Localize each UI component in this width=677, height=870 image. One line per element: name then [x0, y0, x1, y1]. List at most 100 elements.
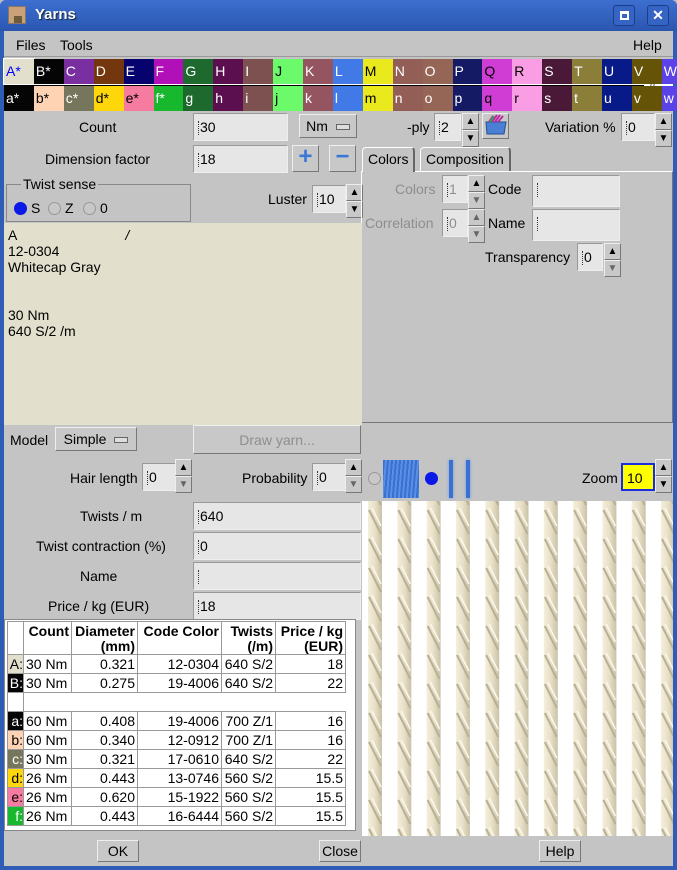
- palette-swatch-M[interactable]: M: [362, 59, 393, 84]
- spin-up-icon[interactable]: ▲: [604, 243, 621, 260]
- palette-swatch-t[interactable]: t: [572, 86, 603, 111]
- palette-swatch-d[interactable]: d*: [93, 86, 124, 111]
- tab-composition[interactable]: Composition: [420, 147, 511, 171]
- spin-down-icon[interactable]: ▼: [175, 476, 192, 493]
- spin-up-icon[interactable]: ▲: [345, 459, 362, 476]
- table-row[interactable]: b: 60 Nm 0.340 12-0912 700 Z/1 16: [7, 730, 346, 750]
- table-row[interactable]: e: 26 Nm 0.620 15-1922 560 S/2 15.5: [7, 787, 346, 807]
- ply-spinner[interactable]: ▲ ▼: [462, 113, 479, 149]
- ply-input[interactable]: 2: [434, 113, 461, 141]
- palette-swatch-l[interactable]: l: [332, 86, 363, 111]
- palette-swatch-N[interactable]: N: [392, 59, 423, 84]
- probability-input[interactable]: 0: [312, 463, 346, 491]
- spin-down-icon[interactable]: ▼: [604, 260, 621, 277]
- remove-button[interactable]: −: [329, 145, 356, 172]
- palette-swatch-Q[interactable]: Q: [482, 59, 513, 84]
- row-key[interactable]: a:: [7, 711, 24, 731]
- variation-spinner[interactable]: ▲ ▼: [655, 113, 672, 149]
- palette-swatch-j[interactable]: j: [273, 86, 304, 111]
- ok-button[interactable]: OK: [97, 840, 139, 862]
- open-colors-button[interactable]: [482, 113, 509, 139]
- probability-spinner[interactable]: ▲ ▼: [345, 459, 362, 495]
- hair-length-spinner[interactable]: ▲ ▼: [175, 459, 192, 495]
- correlation-input[interactable]: 0: [442, 209, 468, 237]
- price-input[interactable]: 18: [193, 592, 361, 620]
- color-name-input[interactable]: [532, 209, 620, 241]
- palette-swatch-f[interactable]: f*: [153, 86, 184, 111]
- transparency-input[interactable]: 0: [577, 243, 603, 271]
- table-spacer-row[interactable]: [7, 692, 346, 712]
- table-row[interactable]: d: 26 Nm 0.443 13-0746 560 S/2 15.5: [7, 768, 346, 788]
- palette-swatch-G[interactable]: G: [183, 59, 214, 84]
- palette-swatch-P[interactable]: P: [452, 59, 483, 84]
- palette-swatch-L[interactable]: L: [332, 59, 363, 84]
- palette-swatch-v[interactable]: v: [631, 86, 662, 111]
- spin-down-icon[interactable]: ▼: [655, 476, 672, 493]
- table-row[interactable]: B: 30 Nm 0.275 19-4006 640 S/2 22: [7, 673, 346, 693]
- palette-swatch-a[interactable]: a*: [4, 86, 34, 111]
- palette-swatch-r[interactable]: r: [512, 86, 543, 111]
- colors-count-spinner[interactable]: ▲ ▼: [468, 175, 485, 211]
- row-key[interactable]: [7, 692, 24, 712]
- zoom-spinner[interactable]: ▲ ▼: [655, 459, 672, 495]
- spin-down-icon[interactable]: ▼: [655, 130, 672, 147]
- spin-down-icon[interactable]: ▼: [462, 130, 479, 147]
- twist-z-radio[interactable]: [48, 202, 61, 215]
- palette-swatch-g[interactable]: g: [183, 86, 214, 111]
- palette-swatch-s[interactable]: s: [542, 86, 573, 111]
- header-twists[interactable]: Twists (/m): [221, 621, 276, 655]
- palette-swatch-U[interactable]: U: [602, 59, 632, 84]
- palette-swatch-K[interactable]: K: [303, 59, 333, 84]
- spin-up-icon[interactable]: ▲: [468, 175, 485, 192]
- palette-swatch-q[interactable]: q: [482, 86, 513, 111]
- palette-swatch-i[interactable]: i: [243, 86, 274, 111]
- palette-swatch-u[interactable]: u: [602, 86, 632, 111]
- palette-swatch-c[interactable]: c*: [63, 86, 94, 111]
- variation-input[interactable]: 0: [621, 113, 655, 141]
- palette-swatch-F[interactable]: F: [153, 59, 184, 84]
- luster-input[interactable]: 10: [312, 185, 346, 213]
- twists-input[interactable]: 640: [193, 502, 361, 530]
- spin-down-icon[interactable]: ▼: [468, 192, 485, 209]
- palette-swatch-e[interactable]: e*: [123, 86, 154, 111]
- table-row[interactable]: a: 60 Nm 0.408 19-4006 700 Z/1 16: [7, 711, 346, 731]
- spin-up-icon[interactable]: ▲: [175, 459, 192, 476]
- hair-length-input[interactable]: 0: [142, 463, 176, 491]
- help-button[interactable]: Help: [539, 840, 581, 862]
- spin-up-icon[interactable]: ▲: [468, 209, 485, 226]
- hair-dense-radio[interactable]: [368, 472, 381, 485]
- row-key[interactable]: b:: [7, 730, 24, 750]
- spin-down-icon[interactable]: ▼: [345, 476, 362, 493]
- menu-files[interactable]: Files: [16, 37, 46, 53]
- yarn-name-input[interactable]: [193, 562, 361, 590]
- palette-swatch-w[interactable]: w: [661, 86, 677, 111]
- menu-help[interactable]: Help: [633, 37, 662, 53]
- tab-colors[interactable]: Colors: [362, 147, 416, 172]
- twist-0-radio[interactable]: [83, 202, 96, 215]
- menu-tools[interactable]: Tools: [60, 37, 93, 53]
- row-key[interactable]: B:: [7, 673, 24, 693]
- palette-swatch-D[interactable]: D: [93, 59, 124, 84]
- title-bar[interactable]: Yarns ✕: [0, 0, 677, 31]
- palette-swatch-n[interactable]: n: [392, 86, 423, 111]
- contraction-input[interactable]: 0: [193, 532, 361, 560]
- add-button[interactable]: +: [292, 145, 319, 172]
- palette-swatch-W[interactable]: W: [661, 59, 677, 84]
- row-key[interactable]: A:: [7, 654, 24, 674]
- row-key[interactable]: f:: [7, 806, 24, 826]
- palette-swatch-A[interactable]: A*: [3, 58, 35, 85]
- palette-swatch-p[interactable]: p: [452, 86, 483, 111]
- table-row[interactable]: c: 30 Nm 0.321 17-0610 640 S/2 22: [7, 749, 346, 769]
- palette-swatch-R[interactable]: R: [512, 59, 543, 84]
- palette-swatch-E[interactable]: E: [123, 59, 154, 84]
- header-diameter[interactable]: Diameter (mm): [71, 621, 138, 655]
- palette-swatch-J[interactable]: J: [273, 59, 304, 84]
- transparency-spinner[interactable]: ▲ ▼: [604, 243, 621, 279]
- colors-count-input[interactable]: 1: [442, 175, 468, 203]
- row-key[interactable]: e:: [7, 787, 24, 807]
- spin-up-icon[interactable]: ▲: [462, 113, 479, 130]
- table-row[interactable]: f: 26 Nm 0.443 16-6444 560 S/2 15.5: [7, 806, 346, 826]
- row-key[interactable]: c:: [7, 749, 24, 769]
- palette-swatch-h[interactable]: h: [213, 86, 244, 111]
- palette-swatch-T[interactable]: T: [572, 59, 603, 84]
